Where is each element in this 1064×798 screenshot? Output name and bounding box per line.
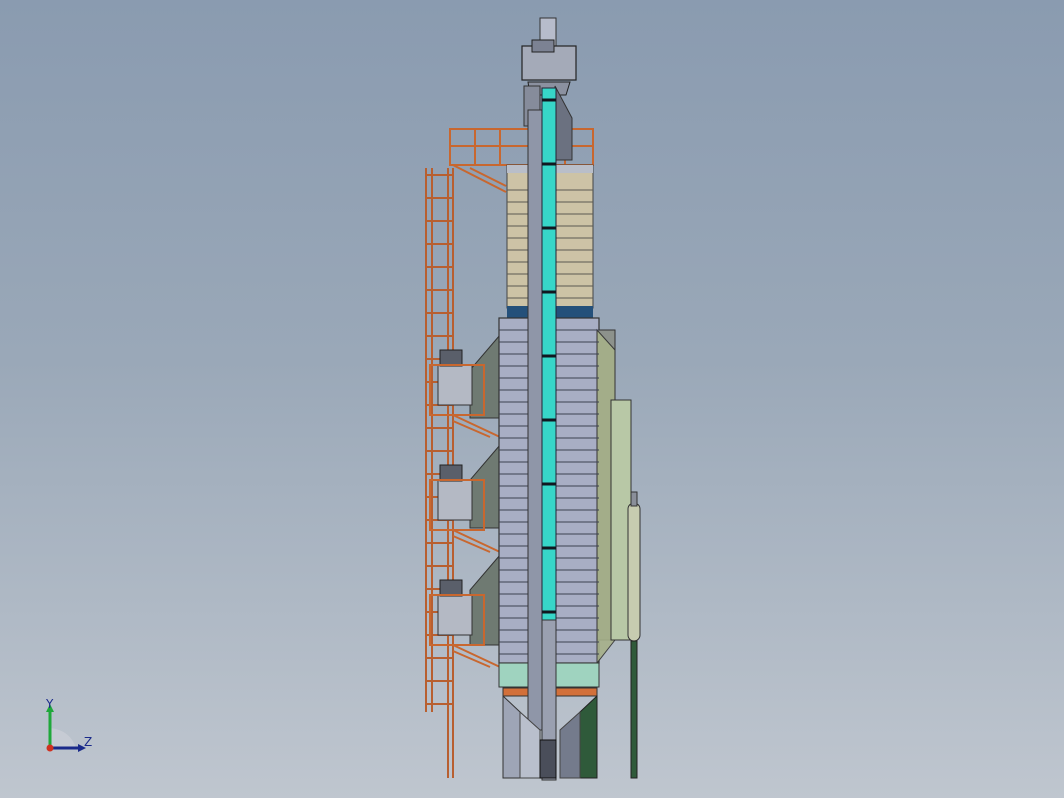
z-axis-label: Z bbox=[84, 735, 92, 749]
coordinate-triad-icon: Y Z bbox=[45, 698, 92, 752]
y-axis-label: Y bbox=[45, 698, 54, 711]
dryer-column bbox=[498, 317, 632, 697]
side-pipe bbox=[627, 491, 641, 779]
grain-dryer-tower-model[interactable] bbox=[0, 0, 1064, 798]
graphics-viewport[interactable]: Y Z bbox=[0, 0, 1064, 798]
bucket-elevator bbox=[527, 87, 557, 781]
